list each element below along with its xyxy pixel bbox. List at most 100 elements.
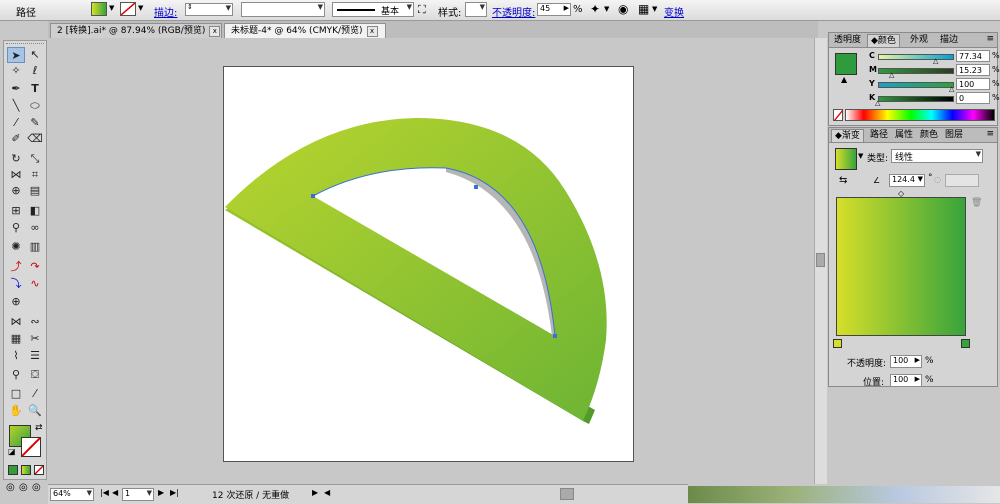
stroke-weight-field[interactable]: ⇕ ▼ [185,3,233,16]
draw-behind-icon[interactable]: ◎ [19,482,28,493]
close-icon[interactable]: x [366,26,378,37]
slider-thumb[interactable]: △ [949,85,954,93]
slider-thumb[interactable]: △ [889,71,894,79]
hand-tool-icon[interactable]: ✋ [7,403,25,419]
stop-opacity-input[interactable]: 100 ▶ [890,355,922,368]
gradient-mode-button[interactable] [21,465,31,475]
stroke-dropdown-icon[interactable]: ▼ [138,4,143,12]
variable-width-profile[interactable]: ▼ [241,2,325,17]
k-value-input[interactable]: 0 [956,92,990,104]
column-graph-tool-icon[interactable]: ▥ [26,239,44,255]
m-value-input[interactable]: 15.23 [956,64,990,76]
rotate-tool-icon[interactable]: ↻ [7,151,25,167]
panel-menu-icon[interactable]: ≡ [986,129,994,139]
wave-tool-icon[interactable]: ∿ [26,276,44,292]
c-value-input[interactable]: 77.34 [956,50,990,62]
reverse-gradient-icon[interactable]: ⇆ [839,175,847,186]
anchor-tool-red-icon[interactable]: ⤴ [7,259,25,275]
paintbrush-tool-icon[interactable]: ⁄ [7,115,25,131]
eyedropper-color-tool-icon[interactable]: ⚲ [7,367,25,383]
vertical-scrollbar[interactable] [814,38,827,484]
artboard[interactable] [223,66,634,462]
color-spectrum-bar[interactable] [845,109,995,121]
mesh-tool-icon[interactable]: ⊞ [7,203,25,219]
none-color-button[interactable] [833,109,844,122]
first-artboard-icon[interactable]: |◀ [100,488,109,497]
close-icon[interactable]: x [209,26,221,37]
stroke-swatch[interactable] [120,2,136,16]
live-paint-tool-icon[interactable]: ⛋ [26,367,44,383]
slider-track[interactable] [878,96,954,102]
blend-tool-icon[interactable]: ∞ [26,220,44,236]
none-mode-button[interactable] [34,465,44,475]
slider-y[interactable]: Y △ 100 % [869,78,1000,93]
slider-m[interactable]: M △ 15.23 % [869,64,1000,79]
gradient-preview[interactable] [836,197,966,336]
selection-tool-icon[interactable]: ➤ [7,47,25,63]
tab-appearance[interactable]: 外观 [907,34,931,47]
transform-link[interactable]: 变换 [664,4,684,19]
fill-dropdown-icon[interactable]: ▼ [109,4,114,12]
gradient-tool-icon[interactable]: ◧ [26,203,44,219]
gradient-thumbnail[interactable] [835,148,857,170]
gradient-thumbnail-dropdown-icon[interactable]: ▼ [858,152,863,160]
slider-track[interactable] [878,82,954,88]
scroll-thumb[interactable] [816,253,825,267]
graph-tool-icon[interactable]: ⌇ [7,348,25,364]
knife-tool-icon[interactable]: ⁄ [26,386,44,402]
stroke-weight-stepper-icon[interactable]: ⇕ [187,3,193,11]
perspective-grid-tool-icon[interactable]: ▤ [26,183,44,199]
artboard-select-tool-icon[interactable]: □ [7,386,25,402]
ellipse-tool-icon[interactable]: ⬭ [26,98,44,114]
magic-wand-tool-icon[interactable]: ✧ [7,63,25,79]
stop-position-input[interactable]: 100 ▶ [890,374,922,387]
line-tool-icon[interactable]: ╲ [7,98,25,114]
tab-pathfinder[interactable]: 路径 [867,129,891,142]
shape-builder-tool-icon[interactable]: ⊕ [7,183,25,199]
opacity-input[interactable]: 45 ▶ [537,3,571,16]
horizontal-scroll-thumb[interactable] [560,488,574,500]
recolor-artwork-icon[interactable]: ✦ [590,2,600,16]
last-artboard-icon[interactable]: ▶| [170,488,179,497]
warp-tool-icon[interactable]: ⋈ [7,314,25,330]
lasso-tool-icon[interactable]: ℓ [26,63,44,79]
stroke-link[interactable]: 描边: [154,4,177,19]
tab-color[interactable]: ◆颜色 [867,34,900,47]
scale-tool-icon[interactable]: ⤡ [26,151,44,167]
twirl-tool-icon[interactable]: ∾ [26,314,44,330]
document-setup-icon[interactable]: ◉ [618,2,628,16]
list-tool-icon[interactable]: ☰ [26,348,44,364]
graphic-style-swatch[interactable]: ▼ [465,2,487,17]
tab-stroke[interactable]: 描边 [937,34,961,47]
panel-menu-icon[interactable]: ≡ [986,34,994,44]
swap-colors-icon[interactable]: ⇄ [35,423,43,433]
zoom-select[interactable]: 64% ▼ [50,488,94,501]
arrange-dropdown-icon[interactable]: ▼ [652,5,657,13]
prev-artboard-icon[interactable]: ◀ [112,488,118,497]
slider-track[interactable] [878,54,954,60]
recolor-dropdown-icon[interactable]: ▼ [604,5,609,13]
tab-color-guide[interactable]: 颜色 [917,129,941,142]
slice-tool-icon[interactable]: ✂ [26,331,44,347]
document-tab-2[interactable]: 未标题-4* @ 64% (CMYK/预览) x [224,23,386,38]
artboard-number-select[interactable]: 1 ▼ [122,488,154,501]
gradient-type-select[interactable]: 线性 ▼ [891,149,983,163]
chevron-right-icon[interactable]: ▶ [915,375,920,383]
status-menu-icon[interactable]: ▶ [312,488,318,497]
next-artboard-icon[interactable]: ▶ [158,488,164,497]
target-tool-icon[interactable]: ⊕ [7,294,25,310]
width-tool-icon[interactable]: ⋈ [7,167,25,183]
slider-k[interactable]: K △ 0 % [869,92,1000,107]
artboard-tool-icon[interactable]: ▦ [7,331,25,347]
color-mode-button[interactable] [8,465,18,475]
scroll-left-icon[interactable]: ◀ [324,488,330,497]
document-tab-1[interactable]: 2 [转换].ai* @ 87.94% (RGB/预览) x [50,23,222,38]
free-transform-tool-icon[interactable]: ⌗ [26,167,44,183]
slider-thumb[interactable]: △ [875,99,880,107]
pencil-tool-icon[interactable]: ✎ [26,115,44,131]
blob-brush-tool-icon[interactable]: ✐ [7,131,25,147]
tab-layers[interactable]: 图层 [942,129,966,142]
draw-inside-icon[interactable]: ◎ [32,482,41,493]
direct-selection-tool-icon[interactable]: ↖ [26,47,44,63]
pen-tool-icon[interactable]: ✒ [7,81,25,97]
